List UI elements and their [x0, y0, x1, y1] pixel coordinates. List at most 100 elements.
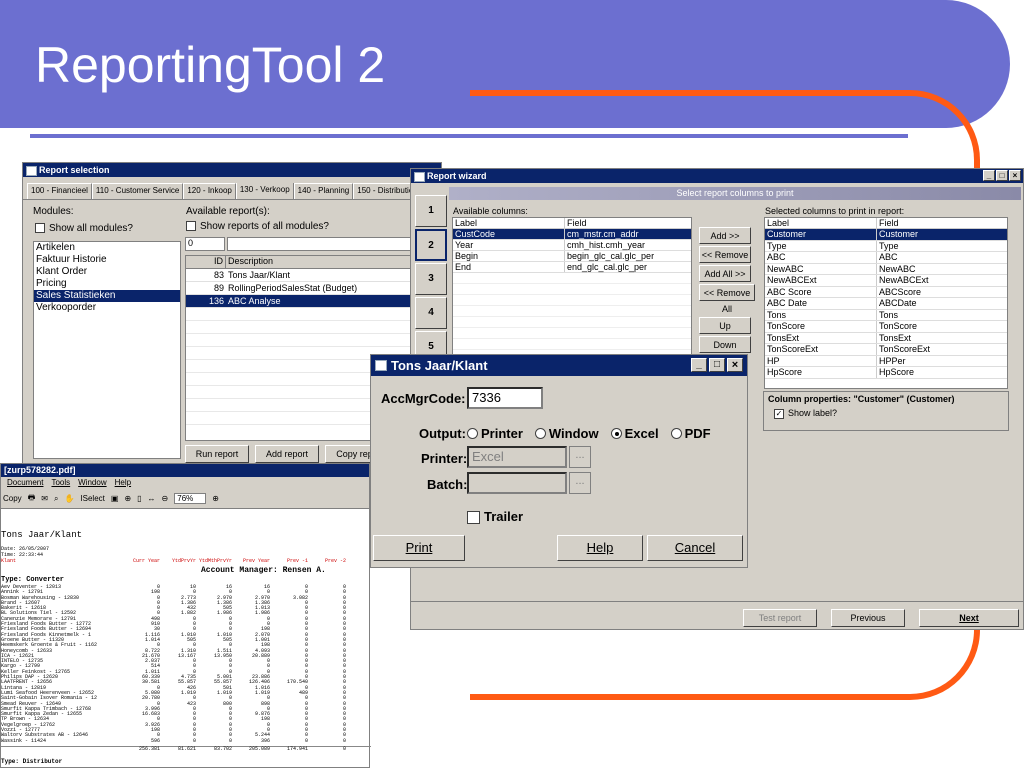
copy-tool[interactable]: Copy: [3, 494, 22, 503]
minimize-icon[interactable]: _: [983, 170, 995, 181]
tab-0[interactable]: 100 - Financieel: [27, 183, 92, 199]
next-button[interactable]: Next: [919, 609, 1019, 627]
remove-all-button[interactable]: << Remove All: [699, 284, 755, 314]
wizard-step-3[interactable]: 3: [415, 263, 447, 295]
selected-column-row[interactable]: HP HPPer: [765, 355, 1007, 367]
module-item[interactable]: Klant Order: [34, 266, 180, 278]
add-column-button[interactable]: Add >>: [699, 227, 751, 244]
selected-column-row[interactable]: NewABCExt NewABCExt: [765, 275, 1007, 287]
show-label-checkbox[interactable]: ✓ Show label?: [774, 408, 837, 419]
add-all-button[interactable]: Add All >>: [699, 265, 751, 282]
selected-column-row[interactable]: TonsExt TonsExt: [765, 332, 1007, 344]
add-report-button[interactable]: Add report: [255, 445, 319, 463]
move-down-button[interactable]: Down: [699, 336, 751, 353]
report-row[interactable]: 83 Tons Jaar/Klant: [186, 269, 440, 282]
dialog-maximize-icon[interactable]: □: [709, 358, 725, 372]
selected-column-row[interactable]: ABC Score ABCScore: [765, 286, 1007, 298]
module-item[interactable]: Artikelen: [34, 242, 180, 254]
output-radio-printer[interactable]: Printer: [467, 426, 523, 441]
batch-input[interactable]: [467, 472, 567, 494]
cancel-button[interactable]: Cancel: [647, 535, 743, 561]
wizard-step-2[interactable]: 2: [415, 229, 447, 261]
trailer-checkbox[interactable]: Trailer: [467, 509, 523, 525]
report-row[interactable]: 89 RollingPeriodSalesStat (Budget): [186, 282, 440, 295]
printer-label: Printer:: [421, 451, 468, 466]
run-report-button[interactable]: Run report: [185, 445, 249, 463]
pdf-menubar: Document Tools Window Help: [1, 477, 369, 489]
print-icon[interactable]: 🖶: [28, 492, 36, 506]
report-filter-input[interactable]: 0: [185, 237, 225, 251]
pdf-titlebar[interactable]: [zurp578282.pdf]: [1, 464, 369, 477]
wizard-step-1[interactable]: 1: [415, 195, 447, 227]
printer-browse-button[interactable]: ...: [569, 446, 591, 468]
selected-column-row[interactable]: TonScore TonScore: [765, 321, 1007, 333]
previous-button[interactable]: Previous: [831, 609, 905, 627]
email-icon[interactable]: ✉: [41, 494, 48, 503]
show-all-modules-checkbox[interactable]: Show all modules?: [35, 223, 133, 234]
module-item[interactable]: Faktuur Historie: [34, 254, 180, 266]
output-radio-excel[interactable]: Excel: [610, 426, 659, 441]
tab-1[interactable]: 110 - Customer Service: [91, 183, 184, 199]
selected-column-row[interactable]: HpScore HpScore: [765, 367, 1007, 379]
show-all-modules-label: Show all modules?: [49, 223, 133, 234]
move-up-button[interactable]: Up: [699, 317, 751, 334]
selected-column-row[interactable]: TonScoreExt TonScoreExt: [765, 344, 1007, 356]
find-icon[interactable]: ⌕: [54, 494, 58, 504]
batch-browse-button[interactable]: ...: [569, 472, 591, 494]
dialog-close-icon[interactable]: ×: [727, 358, 743, 372]
output-radio-pdf[interactable]: PDF: [670, 426, 711, 441]
report-wizard-titlebar[interactable]: Report wizard _ □ ×: [411, 169, 1023, 183]
maximize-icon[interactable]: □: [996, 170, 1008, 181]
col-desc-header[interactable]: Description: [226, 256, 440, 268]
selected-column-row[interactable]: Type Type: [765, 240, 1007, 252]
tab-4[interactable]: 140 - Planning: [293, 183, 354, 199]
zoom-out-icon[interactable]: ⊖: [162, 494, 169, 503]
dialog-titlebar[interactable]: Tons Jaar/Klant _ □ ×: [371, 355, 747, 376]
help-button[interactable]: Help: [557, 535, 643, 561]
hand-tool-icon[interactable]: ✋: [64, 494, 74, 503]
tab-3[interactable]: 130 - Verkoop: [235, 183, 294, 199]
dialog-minimize-icon[interactable]: _: [691, 358, 707, 372]
pdf-menu-document[interactable]: Document: [7, 477, 43, 489]
available-column-row[interactable]: Year cmh_hist.cmh_year: [453, 240, 691, 251]
output-radio-window[interactable]: Window: [534, 426, 599, 441]
report-filter-text[interactable]: [227, 237, 441, 251]
selected-column-row[interactable]: Customer Customer: [765, 229, 1007, 241]
tab-5[interactable]: 150 - Distributie: [353, 183, 418, 199]
selected-column-row[interactable]: NewABC NewABC: [765, 263, 1007, 275]
report-row[interactable]: 136 ABC Analyse: [186, 295, 440, 308]
pdf-menu-window[interactable]: Window: [78, 477, 106, 489]
module-item[interactable]: Pricing: [34, 278, 180, 290]
selected-column-row[interactable]: Tons Tons: [765, 309, 1007, 321]
col-id-header[interactable]: ID: [186, 256, 226, 268]
module-item[interactable]: Verkooporder: [34, 302, 180, 314]
available-column-row[interactable]: End end_glc_cal.glc_per: [453, 262, 691, 273]
selected-column-row[interactable]: ABC ABC: [765, 252, 1007, 264]
zoom-in-icon[interactable]: ⊕: [124, 494, 131, 503]
selected-columns-table[interactable]: Label Field Customer Customer Type Type ABC A…: [764, 217, 1008, 389]
snapshot-icon[interactable]: ▣: [111, 494, 119, 503]
show-reports-all-checkbox[interactable]: Show reports of all modules?: [186, 221, 329, 232]
accmgr-input[interactable]: 7336: [467, 387, 543, 409]
available-columns-table[interactable]: Label Field CustCode cm_mstr.cm_addr Year c…: [452, 217, 692, 357]
fit-page-icon[interactable]: ▯: [137, 494, 141, 503]
wizard-step-4[interactable]: 4: [415, 297, 447, 329]
report-selection-titlebar[interactable]: Report selection: [23, 163, 441, 177]
pdf-menu-help[interactable]: Help: [115, 477, 131, 489]
remove-column-button[interactable]: << Remove: [699, 246, 751, 263]
printer-input[interactable]: Excel: [467, 446, 567, 468]
tab-2[interactable]: 120 - Inkoop: [183, 183, 236, 199]
module-item[interactable]: Sales Statistieken: [34, 290, 180, 302]
close-icon[interactable]: ×: [1009, 170, 1021, 181]
zoom-select[interactable]: 76%: [174, 493, 207, 504]
print-button[interactable]: Print: [373, 535, 465, 561]
modules-list[interactable]: Artikelen Faktuur Historie Klant Order Pric…: [33, 241, 181, 459]
selected-column-row[interactable]: ABC Date ABCDate: [765, 298, 1007, 310]
pdf-menu-tools[interactable]: Tools: [51, 477, 70, 489]
available-column-row[interactable]: CustCode cm_mstr.cm_addr: [453, 229, 691, 240]
test-report-button[interactable]: Test report: [743, 609, 817, 627]
available-column-row[interactable]: Begin begin_glc_cal.glc_per: [453, 251, 691, 262]
fit-width-icon[interactable]: ↔: [148, 494, 156, 503]
zoom-plus-icon[interactable]: ⊕: [212, 494, 219, 503]
select-tool[interactable]: ISelect: [80, 494, 104, 503]
